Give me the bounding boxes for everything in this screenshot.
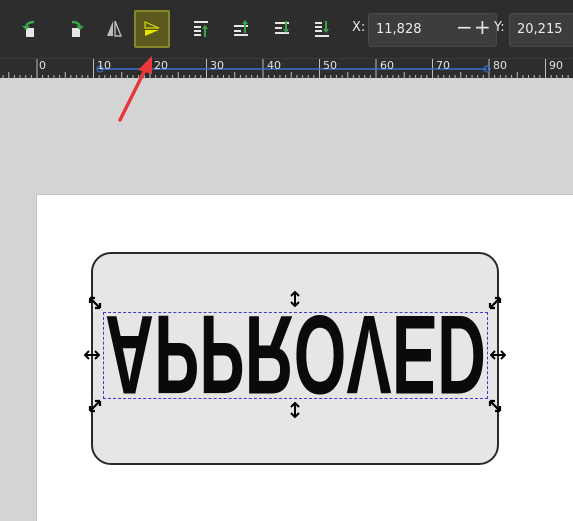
scale-handle-left[interactable] — [83, 347, 101, 363]
ruler-label: 40 — [267, 59, 281, 72]
horizontal-ruler[interactable]: 0 10 20 30 40 50 60 70 80 90 — [0, 58, 573, 79]
ruler-label: 20 — [154, 59, 168, 72]
ruler-label: 90 — [549, 59, 563, 72]
lower-icon — [275, 21, 289, 34]
scale-handle-right[interactable] — [489, 347, 507, 363]
y-label: Y: — [494, 20, 505, 35]
flip-vertical-button[interactable] — [134, 10, 170, 48]
flip-vertical-icon — [144, 21, 160, 36]
rotate-cw-button[interactable] — [56, 10, 92, 48]
ruler-label: 60 — [380, 59, 394, 72]
lower-button[interactable] — [264, 10, 300, 48]
sign-text-object[interactable]: APPROVED — [104, 300, 487, 410]
scale-handle-bottom-right[interactable] — [487, 398, 503, 414]
ruler-label: 80 — [493, 59, 507, 72]
flip-horizontal-button[interactable] — [96, 10, 132, 48]
y-coordinate-field[interactable]: 20,215 — [509, 13, 573, 47]
y-coordinate-value: 20,215 — [517, 22, 563, 37]
flip-horizontal-icon — [107, 20, 123, 37]
ruler-label: 50 — [323, 59, 337, 72]
scale-handle-top[interactable] — [287, 290, 303, 308]
scale-handle-top-right[interactable] — [487, 295, 503, 311]
ruler-label: 70 — [436, 59, 450, 72]
raise-button[interactable] — [223, 10, 259, 48]
rotate-90-cw-icon — [71, 20, 84, 37]
raise-to-top-icon — [194, 21, 208, 37]
x-label: X: — [352, 20, 366, 35]
ruler-label: 30 — [210, 59, 224, 72]
x-increment-button[interactable]: + — [474, 16, 491, 38]
x-coordinate-value: 11,828 — [376, 22, 422, 37]
lower-to-bottom-icon — [315, 21, 329, 37]
rotate-ccw-button[interactable] — [14, 10, 50, 48]
rotate-90-ccw-icon — [22, 20, 35, 37]
x-decrement-button[interactable]: − — [456, 16, 473, 38]
raise-to-top-button[interactable] — [183, 10, 219, 48]
scale-handle-bottom-left[interactable] — [87, 398, 103, 414]
ruler-label: 10 — [97, 59, 111, 72]
ruler-ticks — [2, 59, 569, 79]
approved-text: APPROVED — [105, 300, 486, 410]
scale-handle-bottom[interactable] — [287, 401, 303, 419]
inkscape-window: X: 11,828 − + Y: 20,215 0 10 20 30 40 50… — [0, 0, 573, 521]
scale-handle-top-left[interactable] — [87, 295, 103, 311]
ruler-label: 0 — [39, 59, 46, 72]
raise-icon — [234, 20, 248, 36]
lower-to-bottom-button[interactable] — [304, 10, 340, 48]
tool-controls-bar: X: 11,828 − + Y: 20,215 — [0, 0, 573, 58]
